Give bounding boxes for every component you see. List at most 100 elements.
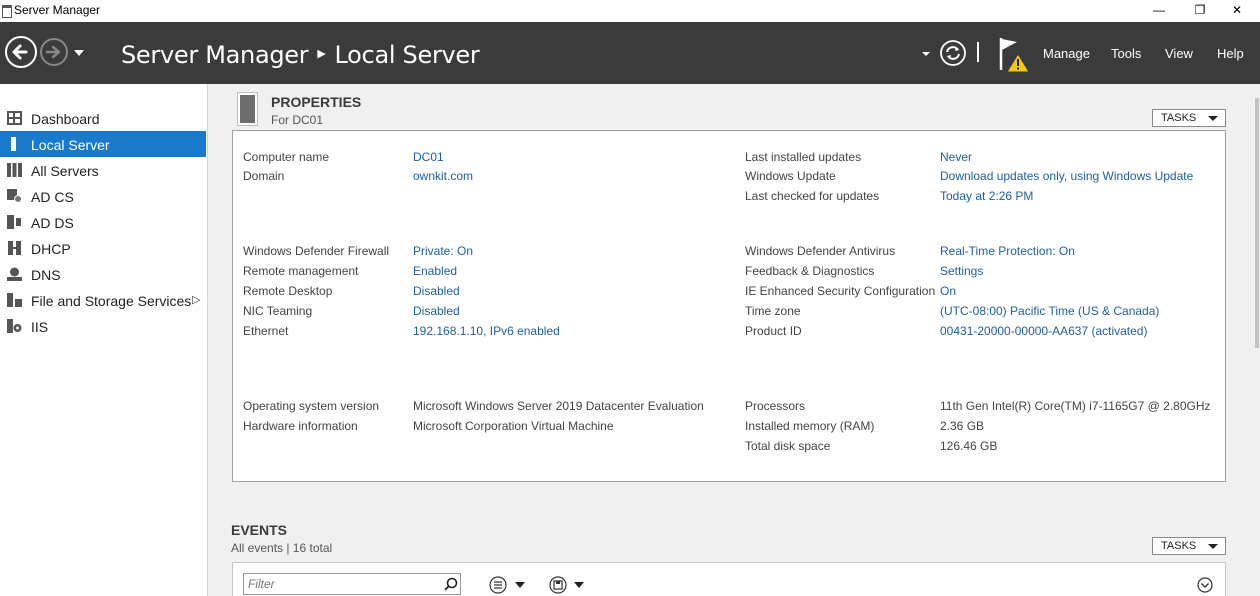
close-button[interactable]: ✕ xyxy=(1214,0,1260,22)
expand-chevron-icon[interactable]: ▷ xyxy=(192,287,200,313)
sidebar-item-all-servers[interactable]: All Servers xyxy=(0,157,206,183)
menu-tools[interactable]: Tools xyxy=(1111,46,1141,61)
prop-value-remote-management[interactable]: Enabled xyxy=(413,264,457,278)
menu-manage[interactable]: Manage xyxy=(1043,46,1090,61)
sidebar-item-local-server[interactable]: Local Server xyxy=(0,131,206,157)
back-button[interactable] xyxy=(5,36,37,68)
sidebar-item-label: Dashboard xyxy=(31,111,100,127)
tasks-dropdown-icon xyxy=(1208,544,1218,549)
sidebar-item-label: Local Server xyxy=(31,137,110,153)
prop-value-firewall[interactable]: Private: On xyxy=(413,244,473,258)
prop-label-domain: Domain xyxy=(243,169,285,183)
iis-icon xyxy=(7,319,22,333)
sidebar-item-dhcp[interactable]: DHCP xyxy=(0,235,206,261)
prop-label-feedback: Feedback & Diagnostics xyxy=(745,264,875,278)
breadcrumb-root[interactable]: Server Manager xyxy=(121,41,309,69)
sidebar-item-iis[interactable]: IIS xyxy=(0,313,206,339)
dns-icon xyxy=(7,267,22,281)
menu-view[interactable]: View xyxy=(1165,46,1193,61)
prop-value-last-installed[interactable]: Never xyxy=(940,150,972,164)
prop-label-last-installed: Last installed updates xyxy=(745,150,862,164)
prop-value-memory: 2.36 GB xyxy=(940,419,985,433)
prop-label-ethernet: Ethernet xyxy=(243,324,289,338)
prop-label-processors: Processors xyxy=(745,399,806,413)
sidebar-item-dashboard[interactable]: Dashboard xyxy=(0,105,206,131)
back-arrow-icon xyxy=(12,44,28,60)
properties-tasks-button[interactable]: TASKS xyxy=(1152,109,1226,127)
breadcrumb: Server Manager ▶ Local Server xyxy=(121,41,480,69)
sidebar-item-ad-ds[interactable]: AD DS xyxy=(0,209,206,235)
prop-value-ethernet[interactable]: 192.168.1.10, IPv6 enabled xyxy=(413,324,560,338)
refresh-dropdown-icon[interactable] xyxy=(921,51,931,57)
sidebar: Dashboard Local Server All Servers AD CS… xyxy=(0,84,208,596)
events-filter-bar xyxy=(232,562,1226,596)
header-divider xyxy=(977,42,979,62)
save-query-dropdown-icon[interactable] xyxy=(574,582,584,588)
dhcp-icon xyxy=(8,241,21,255)
sidebar-item-label: DNS xyxy=(31,267,61,283)
sidebar-item-label: All Servers xyxy=(31,163,99,179)
prop-label-nic-teaming: NIC Teaming xyxy=(243,304,313,318)
forward-button[interactable] xyxy=(40,38,68,66)
collapse-chevron-icon[interactable] xyxy=(1197,577,1213,593)
prop-label-os-version: Operating system version xyxy=(243,399,380,413)
prop-label-windows-update: Windows Update xyxy=(745,169,836,183)
scrollbar-thumb[interactable] xyxy=(1255,98,1259,348)
all-servers-icon xyxy=(7,163,22,177)
prop-value-time-zone[interactable]: (UTC-08:00) Pacific Time (US & Canada) xyxy=(940,304,1159,318)
history-dropdown-icon[interactable] xyxy=(73,49,85,57)
sidebar-item-label: AD CS xyxy=(31,189,74,205)
tasks-label: TASKS xyxy=(1161,540,1197,552)
events-tasks-button[interactable]: TASKS xyxy=(1152,537,1226,555)
properties-title: PROPERTIES xyxy=(271,94,362,110)
refresh-icon[interactable] xyxy=(939,39,967,67)
prop-value-product-id[interactable]: 00431-20000-00000-AA637 (activated) xyxy=(940,324,1147,338)
app-header: Server Manager ▶ Local Server Manage Tools… xyxy=(0,22,1260,84)
local-server-icon xyxy=(11,137,16,151)
prop-label-last-checked: Last checked for updates xyxy=(745,189,880,203)
events-summary: All events | 16 total xyxy=(231,541,333,555)
prop-label-firewall: Windows Defender Firewall xyxy=(243,244,390,258)
prop-value-computer-name[interactable]: DC01 xyxy=(413,150,444,164)
events-title: EVENTS xyxy=(231,522,288,538)
storage-icon xyxy=(7,293,22,307)
save-query-icon[interactable] xyxy=(549,576,567,594)
prop-label-remote-desktop: Remote Desktop xyxy=(243,284,333,298)
prop-value-hardware: Microsoft Corporation Virtual Machine xyxy=(413,419,614,433)
filter-options-dropdown-icon[interactable] xyxy=(515,582,525,588)
vertical-scrollbar[interactable] xyxy=(1254,84,1260,596)
prop-value-processors: 11th Gen Intel(R) Core(TM) i7-1165G7 @ 2… xyxy=(940,399,1211,413)
prop-label-antivirus: Windows Defender Antivirus xyxy=(745,244,896,258)
sidebar-item-label: File and Storage Services xyxy=(31,293,192,309)
prop-label-product-id: Product ID xyxy=(745,324,802,338)
prop-value-windows-update[interactable]: Download updates only, using Windows Upd… xyxy=(940,169,1193,183)
prop-label-memory: Installed memory (RAM) xyxy=(745,419,875,433)
server-manager-app-icon xyxy=(2,5,12,18)
prop-value-last-checked[interactable]: Today at 2:26 PM xyxy=(940,189,1033,203)
prop-label-remote-management: Remote management xyxy=(243,264,359,278)
prop-value-domain[interactable]: ownkit.com xyxy=(413,169,473,183)
prop-value-feedback[interactable]: Settings xyxy=(940,264,983,278)
prop-value-remote-desktop[interactable]: Disabled xyxy=(413,284,460,298)
search-icon[interactable] xyxy=(444,577,458,591)
window-titlebar: Server Manager — ❐ ✕ xyxy=(0,0,1260,22)
sidebar-item-file-storage[interactable]: File and Storage Services ▷ xyxy=(0,287,206,313)
menu-help[interactable]: Help xyxy=(1217,46,1244,61)
filter-options-icon[interactable] xyxy=(489,576,507,594)
prop-value-os-version: Microsoft Windows Server 2019 Datacenter… xyxy=(413,399,704,413)
prop-value-nic-teaming[interactable]: Disabled xyxy=(413,304,460,318)
prop-label-disk-space: Total disk space xyxy=(745,439,831,453)
filter-input[interactable] xyxy=(243,573,461,595)
prop-value-ie-esc[interactable]: On xyxy=(940,284,956,298)
tasks-dropdown-icon xyxy=(1208,116,1218,121)
properties-server-icon xyxy=(237,92,258,126)
sidebar-item-ad-cs[interactable]: AD CS xyxy=(0,183,206,209)
sidebar-item-dns[interactable]: DNS xyxy=(0,261,206,287)
minimize-button[interactable]: — xyxy=(1136,0,1182,22)
prop-value-antivirus[interactable]: Real-Time Protection: On xyxy=(940,244,1075,258)
prop-value-disk-space: 126.46 GB xyxy=(940,439,998,453)
ad-cs-icon xyxy=(7,189,22,203)
sidebar-item-label: AD DS xyxy=(31,215,74,231)
notifications-flag-icon[interactable] xyxy=(997,36,1031,74)
sidebar-item-label: DHCP xyxy=(31,241,71,257)
